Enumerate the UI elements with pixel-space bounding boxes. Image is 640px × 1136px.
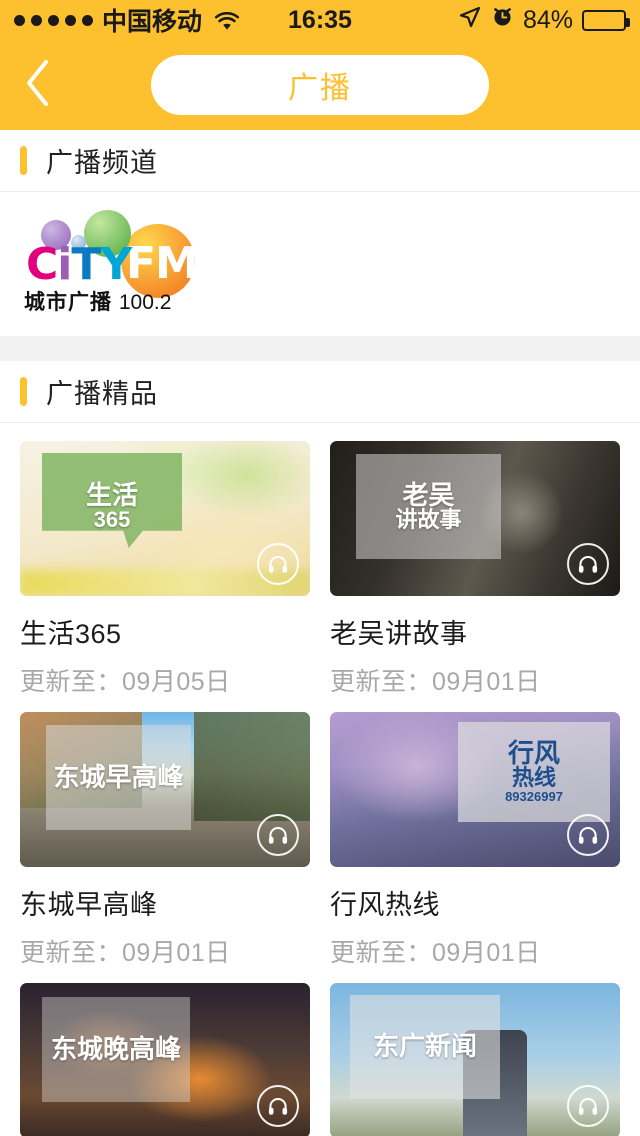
battery-percent-label: 84% [522, 5, 573, 34]
card-title: 东城早高峰 [20, 890, 158, 920]
program-logo-badge: 东城早高峰 [46, 725, 191, 830]
program-card[interactable]: 东城早高峰 东城早高峰 更新至：09月01日 [20, 712, 310, 969]
location-arrow-icon [458, 5, 482, 36]
headphones-icon[interactable] [257, 543, 299, 585]
program-logo-badge: 东广新闻 [350, 995, 500, 1099]
alarm-clock-icon [491, 5, 514, 35]
signal-dot [14, 14, 25, 26]
headphones-icon[interactable] [567, 814, 609, 856]
section-title: 广播精品 [46, 379, 158, 409]
badge-line: 热线 [511, 765, 556, 791]
logo-city-text: CiTY [26, 239, 132, 290]
channel-item-cityfm[interactable]: FM CiTY 城市广播 100.2 [0, 192, 640, 336]
badge-line: 东广新闻 [372, 1031, 477, 1062]
logo-subtitle-text: 城市广播 [24, 291, 112, 314]
back-button[interactable] [0, 40, 76, 130]
program-grid: 生活 365 生活365 更新至：09月05日 老吴 讲故事 老吴讲故事 更新至：09月01日… [0, 423, 640, 1136]
card-title: 生活365 [20, 619, 122, 649]
program-thumbnail[interactable]: 东城早高峰 [20, 712, 310, 867]
signal-dot [82, 14, 93, 26]
logo-subtitle: 城市广播 100.2 [24, 286, 171, 316]
badge-line: 东城早高峰 [53, 761, 184, 792]
card-update-line: 更新至：09月05日 [20, 662, 310, 698]
program-card[interactable]: 东广新闻东广新闻 [330, 983, 620, 1136]
card-update-date: 09月01日 [432, 939, 541, 967]
program-logo-badge: 行风 热线 89326997 [458, 722, 610, 822]
signal-dot [65, 14, 76, 26]
card-update-line: 更新至：09月01日 [330, 662, 620, 698]
section-header-channels: 广播频道 [0, 130, 640, 192]
headphones-icon[interactable] [257, 1085, 299, 1127]
accent-bar-icon [20, 146, 27, 175]
program-card[interactable]: 生活 365 生活365 更新至：09月05日 [20, 441, 310, 698]
logo-letter-y: Y [100, 239, 132, 290]
card-title: 老吴讲故事 [330, 619, 468, 649]
accent-bar-icon [20, 377, 27, 406]
headphones-icon[interactable] [257, 814, 299, 856]
card-update-date: 09月01日 [122, 939, 231, 967]
signal-strength-dots [14, 14, 93, 26]
wifi-icon [214, 10, 240, 30]
app-root: 中国移动 16:35 84% 广播 广播频道 FM CiTY 城市广播 100.… [0, 0, 640, 1136]
program-card[interactable]: 老吴 讲故事 老吴讲故事 更新至：09月01日 [330, 441, 620, 698]
headphones-icon[interactable] [567, 1085, 609, 1127]
badge-line: 老吴 [402, 479, 455, 510]
signal-dot [31, 14, 42, 26]
card-update-date: 09月01日 [432, 668, 541, 696]
card-update-label: 更新至： [20, 939, 123, 967]
card-title: 行风热线 [330, 890, 440, 920]
program-logo-badge: 东城晚高峰 [42, 997, 190, 1102]
headphones-icon[interactable] [567, 543, 609, 585]
program-thumbnail[interactable]: 生活 365 [20, 441, 310, 596]
battery-icon [582, 9, 630, 31]
badge-phone-number: 89326997 [505, 789, 563, 805]
section-header-premium: 广播精品 [0, 361, 640, 423]
card-update-line: 更新至：09月01日 [330, 933, 620, 969]
program-card[interactable]: 东城晚高峰东城晚高峰 [20, 983, 310, 1136]
status-bar: 中国移动 16:35 84% [0, 0, 640, 40]
carrier-label: 中国移动 [102, 8, 203, 36]
program-logo-badge: 老吴 讲故事 [356, 454, 501, 559]
logo-frequency: 100.2 [118, 291, 172, 314]
program-thumbnail[interactable]: 东广新闻 [330, 983, 620, 1136]
navigation-bar: 广播 [0, 40, 640, 130]
logo-letter-i: i [57, 239, 72, 290]
card-update-label: 更新至： [20, 668, 123, 696]
signal-dot [48, 14, 59, 26]
logo-fm-text: FM [126, 238, 199, 289]
section-divider [0, 336, 640, 361]
logo-letter-t: T [71, 239, 101, 290]
program-thumbnail[interactable]: 行风 热线 89326997 [330, 712, 620, 867]
program-thumbnail[interactable]: 东城晚高峰 [20, 983, 310, 1136]
status-bar-left: 中国移动 [14, 2, 240, 38]
badge-line: 365 [93, 507, 131, 533]
city-fm-logo: FM CiTY 城市广播 100.2 [20, 210, 216, 314]
logo-letter-c: C [26, 239, 58, 290]
card-update-label: 更新至： [330, 939, 433, 967]
badge-line: 生活 [85, 480, 138, 511]
badge-line: 行风 [507, 738, 560, 769]
card-update-date: 09月05日 [122, 668, 231, 696]
card-update-label: 更新至： [330, 668, 433, 696]
section-title: 广播频道 [46, 148, 158, 178]
chevron-left-icon [21, 57, 55, 114]
status-bar-right: 84% [458, 5, 630, 36]
badge-line: 讲故事 [395, 506, 462, 532]
card-update-line: 更新至：09月01日 [20, 933, 310, 969]
page-title[interactable]: 广播 [151, 55, 489, 115]
program-thumbnail[interactable]: 老吴 讲故事 [330, 441, 620, 596]
program-card[interactable]: 行风 热线 89326997 行风热线 更新至：09月01日 [330, 712, 620, 969]
badge-line: 东城晚高峰 [50, 1033, 181, 1064]
